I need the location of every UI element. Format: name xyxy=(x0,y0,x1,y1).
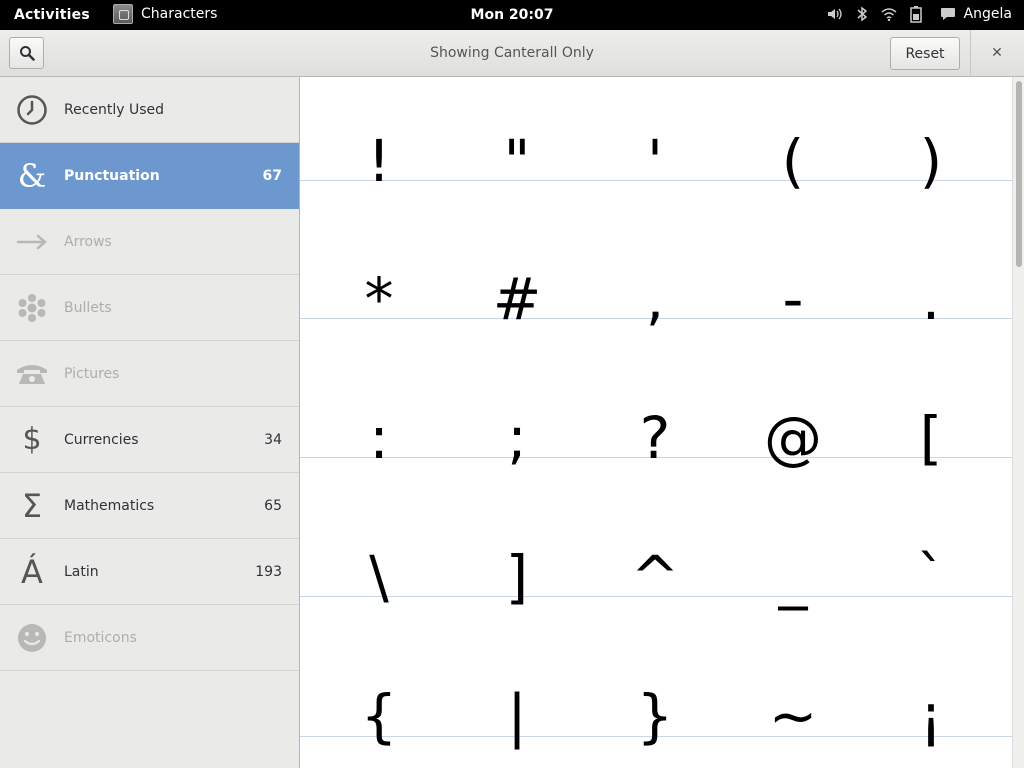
reset-button[interactable]: Reset xyxy=(890,37,960,70)
sidebar-item-label: Bullets xyxy=(64,299,112,316)
category-sidebar: Recently Used & Punctuation 67 Arrows Bu… xyxy=(0,77,300,768)
dollar-icon: $ xyxy=(22,422,42,457)
telephone-icon xyxy=(14,356,50,392)
character-cell[interactable]: ¡ xyxy=(862,647,1000,768)
character-cell[interactable]: ( xyxy=(724,92,862,230)
wifi-icon[interactable] xyxy=(881,5,897,23)
character-cell[interactable]: @ xyxy=(724,369,862,507)
sidebar-item-arrows[interactable]: Arrows xyxy=(0,209,299,275)
volume-icon[interactable] xyxy=(827,5,843,23)
latin-a-icon: Á xyxy=(21,552,43,591)
character-cell[interactable]: | xyxy=(448,647,586,768)
clock-icon xyxy=(14,92,50,128)
sidebar-item-label: Mathematics xyxy=(64,497,155,514)
character-cell[interactable]: " xyxy=(448,92,586,230)
app-name: Characters xyxy=(141,6,218,22)
character-cell[interactable]: ~ xyxy=(724,647,862,768)
character-cell[interactable]: : xyxy=(310,369,448,507)
character-cell[interactable]: _ xyxy=(724,508,862,646)
character-cell[interactable]: ^ xyxy=(586,508,724,646)
sidebar-item-label: Latin xyxy=(64,563,99,580)
search-button[interactable] xyxy=(9,37,44,69)
character-cell[interactable]: { xyxy=(310,647,448,768)
sidebar-item-currencies[interactable]: $ Currencies 34 xyxy=(0,407,299,473)
top-bar: Activities Characters Mon 20:07 Angela xyxy=(0,0,1024,30)
character-cell[interactable]: ] xyxy=(448,508,586,646)
arrow-icon xyxy=(14,224,50,260)
sidebar-item-count: 193 xyxy=(255,563,282,580)
character-cell[interactable]: * xyxy=(310,230,448,368)
close-icon: ✕ xyxy=(991,45,1003,61)
grid-scrollbar[interactable] xyxy=(1012,77,1024,768)
sidebar-item-emoticons[interactable]: Emoticons xyxy=(0,605,299,671)
characters-app-icon xyxy=(113,4,133,24)
sidebar-item-bullets[interactable]: Bullets xyxy=(0,275,299,341)
character-cell[interactable]: [ xyxy=(862,369,1000,507)
sidebar-item-label: Arrows xyxy=(64,233,112,250)
character-cell[interactable]: ! xyxy=(310,92,448,230)
app-menu[interactable]: Characters xyxy=(113,4,217,24)
smiley-icon xyxy=(14,620,50,656)
close-button[interactable]: ✕ xyxy=(984,42,1010,64)
sidebar-item-label: Punctuation xyxy=(64,167,160,184)
header-bar: Showing Canterall Only Reset ✕ xyxy=(0,30,1024,77)
character-cell[interactable]: ) xyxy=(862,92,1000,230)
sidebar-item-count: 67 xyxy=(262,167,282,184)
scrollbar-thumb[interactable] xyxy=(1016,81,1022,267)
battery-icon[interactable] xyxy=(908,5,924,23)
sidebar-item-label: Emoticons xyxy=(64,629,137,646)
chat-icon xyxy=(940,8,955,20)
sidebar-item-recently-used[interactable]: Recently Used xyxy=(0,77,299,143)
character-cell[interactable]: , xyxy=(586,230,724,368)
character-cell[interactable]: ; xyxy=(448,369,586,507)
sidebar-item-punctuation[interactable]: & Punctuation 67 xyxy=(0,143,299,209)
character-cell[interactable]: ' xyxy=(586,92,724,230)
character-cell[interactable]: \ xyxy=(310,508,448,646)
sidebar-item-pictures[interactable]: Pictures xyxy=(0,341,299,407)
bullet-icon xyxy=(14,290,50,326)
activities-button[interactable]: Activities xyxy=(14,7,90,23)
character-cell[interactable]: } xyxy=(586,647,724,768)
character-cell[interactable]: ` xyxy=(862,508,1000,646)
header-separator xyxy=(970,30,971,77)
search-icon xyxy=(19,46,35,61)
sidebar-item-count: 65 xyxy=(264,497,282,514)
sidebar-item-count: 34 xyxy=(264,431,282,448)
character-cell[interactable]: - xyxy=(724,230,862,368)
user-name: Angela xyxy=(963,6,1012,22)
header-title: Showing Canterall Only xyxy=(430,45,594,61)
sidebar-item-label: Recently Used xyxy=(64,101,165,118)
bluetooth-icon[interactable] xyxy=(854,5,870,23)
character-cell[interactable]: ? xyxy=(586,369,724,507)
sidebar-item-mathematics[interactable]: Σ Mathematics 65 xyxy=(0,473,299,539)
status-area[interactable] xyxy=(827,5,924,23)
sidebar-item-label: Currencies xyxy=(64,431,139,448)
ampersand-icon: & xyxy=(17,156,47,195)
character-grid: ! " '() * #, -.:;? @[ \] ^ _ ` {|} ~ ¡ xyxy=(300,77,1012,768)
character-cell[interactable]: # xyxy=(448,230,586,368)
sigma-icon: Σ xyxy=(21,486,43,525)
character-cell[interactable]: . xyxy=(862,230,1000,368)
user-menu[interactable]: Angela xyxy=(940,6,1012,22)
sidebar-item-label: Pictures xyxy=(64,365,120,382)
sidebar-item-latin[interactable]: Á Latin 193 xyxy=(0,539,299,605)
